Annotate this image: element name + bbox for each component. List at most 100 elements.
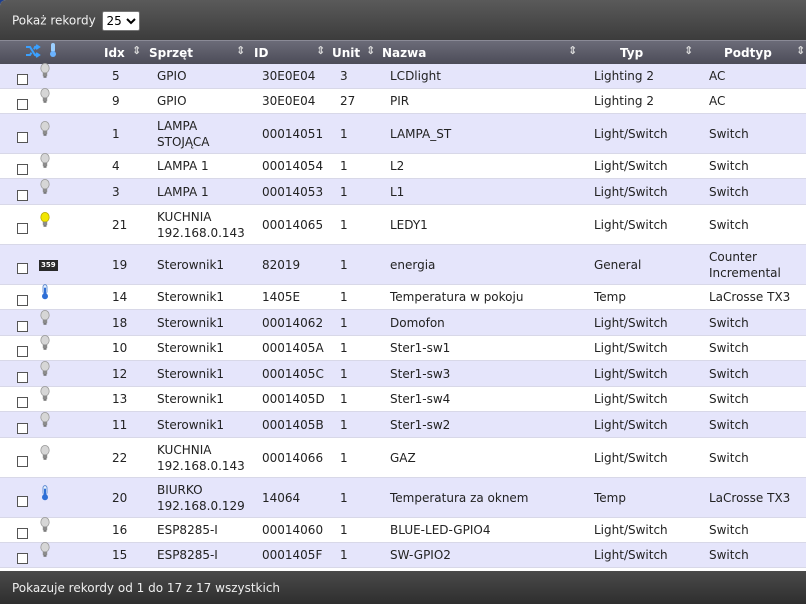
cell-idx: 5 bbox=[112, 69, 120, 83]
sort-subtype-icon[interactable]: ⇕ bbox=[796, 44, 805, 57]
cell-hardware-line: GPIO bbox=[157, 94, 187, 108]
bulb-off-icon[interactable] bbox=[39, 178, 51, 197]
cell-hardware: BIURKO 192.168.0.129 bbox=[157, 482, 245, 514]
row-select-checkbox[interactable] bbox=[17, 455, 28, 467]
row-select-checkbox[interactable] bbox=[17, 189, 28, 201]
table-row[interactable]: 5 GPIO 30E0E04 3 LCDlight Lighting 2 AC bbox=[0, 63, 806, 89]
sort-name-icon[interactable]: ⇕ bbox=[568, 44, 577, 57]
cell-type: Light/Switch bbox=[594, 184, 668, 199]
table-row[interactable]: 16 ESP8285-I 00014060 1 BLUE-LED-GPIO4 Light/… bbox=[0, 517, 806, 543]
bulb-off-icon[interactable] bbox=[39, 87, 51, 107]
row-select-checkbox[interactable] bbox=[17, 422, 28, 434]
cell-subtype: Switch bbox=[709, 522, 749, 538]
counter-icon[interactable]: 359 bbox=[39, 256, 58, 271]
cell-subtype: Switch bbox=[709, 547, 749, 563]
row-select-checkbox[interactable] bbox=[17, 528, 28, 539]
table-row[interactable]: 13 Sterownik1 0001405D 1 Ster1-sw4 Light/Swit… bbox=[0, 386, 806, 412]
table-row[interactable]: 21 KUCHNIA 192.168.0.143 00014065 1 LEDY1 Ligh… bbox=[0, 205, 806, 245]
cell-name: Domofon bbox=[390, 315, 445, 330]
row-select-checkbox[interactable] bbox=[17, 346, 28, 357]
cell-name: BLUE-LED-GPIO4 bbox=[390, 523, 491, 537]
cell-hardware: GPIO bbox=[157, 93, 187, 109]
cell-id: 00014051 bbox=[262, 126, 324, 141]
sort-hardware-icon[interactable]: ⇕ bbox=[236, 44, 245, 57]
sort-id-icon[interactable]: ⇕ bbox=[316, 44, 325, 57]
thermometer-icon[interactable] bbox=[39, 284, 51, 303]
col-subtype-header[interactable]: Podtyp bbox=[724, 44, 772, 62]
sort-unit-icon[interactable]: ⇕ bbox=[366, 44, 375, 57]
row-select-checkbox[interactable] bbox=[17, 371, 28, 383]
cell-hardware: KUCHNIA 192.168.0.143 bbox=[157, 209, 245, 241]
row-select-checkbox[interactable] bbox=[17, 553, 28, 564]
table-row[interactable]: 3 LAMPA 1 00014053 1 L1 Light/Switch Switch bbox=[0, 178, 806, 205]
bulb-off-icon[interactable] bbox=[39, 360, 51, 379]
device-table: 5 GPIO 30E0E04 3 LCDlight Lighting 2 AC 9 GPIO 30… bbox=[0, 63, 806, 568]
cell-hardware: Sterownik1 bbox=[157, 366, 224, 382]
col-name-header[interactable]: Nazwa bbox=[382, 44, 426, 62]
table-row[interactable]: 18 Sterownik1 00014062 1 Domofon Light/Switch… bbox=[0, 309, 806, 336]
cell-hardware-line: GPIO bbox=[157, 69, 187, 83]
table-row[interactable]: 14 Sterownik1 1405E 1 Temperatura w pokoju Te… bbox=[0, 284, 806, 310]
table-row[interactable]: 15 ESP8285-I 0001405F 1 SW-GPIO2 Light/Switch… bbox=[0, 542, 806, 568]
cell-id: 00014062 bbox=[262, 315, 324, 330]
bulb-on-icon[interactable] bbox=[39, 211, 51, 230]
row-select-checkbox[interactable] bbox=[17, 397, 28, 408]
table-row[interactable]: 1 LAMPA STOJĄCA 00014051 1 LAMPA_ST Light/Swit… bbox=[0, 114, 806, 154]
cell-idx: 11 bbox=[112, 417, 128, 432]
cell-hardware: ESP8285-I bbox=[157, 522, 218, 538]
col-idx-header[interactable]: Idx bbox=[104, 44, 125, 62]
bulb-off-icon[interactable] bbox=[39, 152, 51, 172]
table-row[interactable]: 22 KUCHNIA 192.168.0.143 00014066 1 GAZ Light/… bbox=[0, 438, 806, 478]
sort-type-icon[interactable]: ⇕ bbox=[684, 44, 693, 57]
cell-type: Light/Switch bbox=[594, 417, 668, 432]
row-select-checkbox[interactable] bbox=[17, 262, 28, 274]
cell-subtype: Counter Incremental bbox=[709, 249, 781, 281]
table-row[interactable]: 9 GPIO 30E0E04 27 PIR Lighting 2 AC bbox=[0, 87, 806, 114]
cell-idx: 10 bbox=[112, 341, 128, 355]
cell-hardware-line: Sterownik1 bbox=[157, 290, 225, 304]
cell-type: Light/Switch bbox=[594, 126, 668, 141]
bulb-off-icon[interactable] bbox=[39, 542, 51, 561]
col-type-header[interactable]: Typ bbox=[620, 44, 643, 62]
bulb-off-icon[interactable] bbox=[39, 411, 51, 430]
table-row[interactable]: 20 BIURKO 192.168.0.129 14064 1 Temperatura z… bbox=[0, 478, 806, 518]
bulb-off-icon[interactable] bbox=[39, 386, 51, 405]
row-select-checkbox[interactable] bbox=[17, 74, 28, 85]
row-select-checkbox[interactable] bbox=[17, 164, 28, 175]
col-id-header[interactable]: ID bbox=[254, 44, 268, 62]
row-select-checkbox[interactable] bbox=[17, 99, 28, 110]
cell-unit: 1 bbox=[340, 217, 348, 232]
row-select-checkbox[interactable] bbox=[17, 295, 28, 306]
thermometer-header-icon[interactable] bbox=[47, 42, 59, 61]
row-select-checkbox[interactable] bbox=[17, 131, 28, 143]
row-select-checkbox[interactable] bbox=[17, 495, 28, 507]
bulb-off-icon[interactable] bbox=[39, 335, 51, 354]
cell-name: L2 bbox=[390, 159, 405, 173]
table-row[interactable]: 10 Sterownik1 0001405A 1 Ster1-sw1 Light/Swit… bbox=[0, 335, 806, 361]
cell-name: Temperatura za oknem bbox=[390, 490, 529, 505]
bulb-off-icon[interactable] bbox=[39, 444, 51, 463]
cell-subtype: Switch bbox=[709, 184, 749, 200]
table-row[interactable]: 12 Sterownik1 0001405C 1 Ster1-sw3 Light/Swit… bbox=[0, 360, 806, 387]
bulb-off-icon[interactable] bbox=[39, 63, 51, 82]
thermometer-icon[interactable] bbox=[39, 484, 51, 503]
bulb-off-icon[interactable] bbox=[39, 517, 51, 536]
sort-idx-icon[interactable]: ⇕ bbox=[132, 44, 141, 57]
bulb-off-icon[interactable] bbox=[39, 120, 51, 139]
cell-type: Light/Switch bbox=[594, 366, 668, 381]
cell-id: 0001405A bbox=[262, 341, 324, 355]
cell-hardware: ESP8285-I bbox=[157, 547, 218, 563]
page-size-select[interactable]: 25 bbox=[101, 11, 140, 31]
table-row[interactable]: 4 LAMPA 1 00014054 1 L2 Light/Switch Switch bbox=[0, 152, 806, 179]
table-row[interactable]: 359 19 Sterownik1 82019 1 energia General Count… bbox=[0, 245, 806, 285]
col-unit-header[interactable]: Unit bbox=[332, 44, 360, 62]
row-select-checkbox[interactable] bbox=[17, 222, 28, 234]
bulb-off-icon[interactable] bbox=[39, 309, 51, 328]
cell-unit: 1 bbox=[340, 417, 348, 432]
col-hardware-header[interactable]: Sprzęt bbox=[149, 44, 193, 62]
cell-subtype: Switch bbox=[709, 366, 749, 382]
row-select-checkbox[interactable] bbox=[17, 320, 28, 332]
shuffle-icon[interactable] bbox=[25, 44, 41, 61]
table-row[interactable]: 11 Sterownik1 0001405B 1 Ster1-sw2 Light/Swit… bbox=[0, 411, 806, 438]
cell-hardware-line: KUCHNIA bbox=[157, 442, 212, 457]
